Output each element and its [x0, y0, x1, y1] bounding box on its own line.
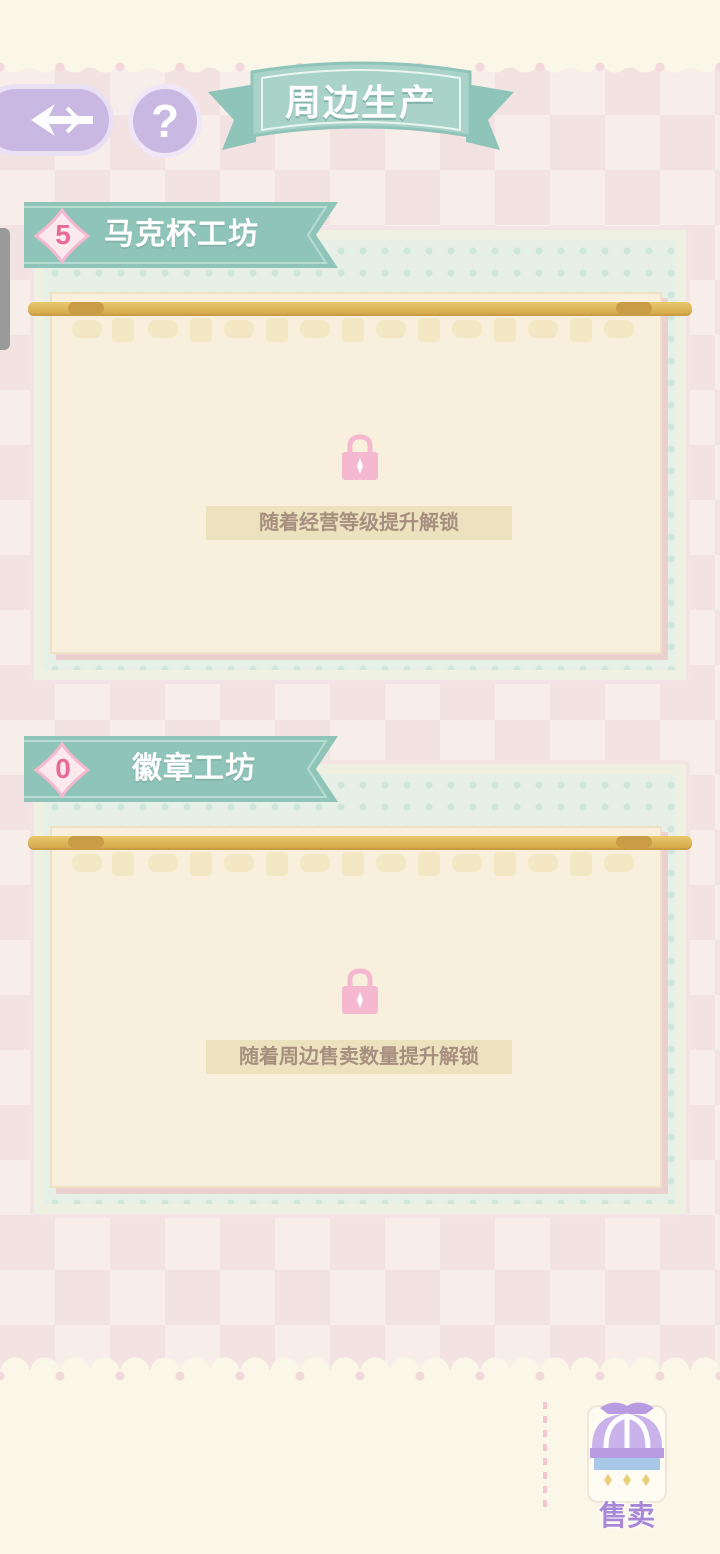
- cup-motif-decoration: [72, 852, 634, 876]
- rod-knob: [616, 836, 652, 848]
- back-button[interactable]: [0, 84, 114, 156]
- workshop-level: 5: [55, 219, 71, 250]
- question-mark-icon: ?: [150, 95, 180, 147]
- unlock-condition-text: 随着经营等级提升解锁: [206, 506, 512, 540]
- workshop-name: 徽章工坊: [132, 752, 256, 785]
- workshop-name-tag: 0 徽章工坊: [24, 736, 340, 802]
- rod-knob: [616, 302, 652, 314]
- workshop-name: 马克杯工坊: [104, 218, 259, 251]
- workshop-card: 随着经营等级提升解锁: [50, 292, 662, 654]
- page-title: 周边生产: [284, 82, 437, 123]
- bottom-lace-dots: [0, 1370, 720, 1382]
- unlock-condition-text: 随着周边售卖数量提升解锁: [206, 1040, 512, 1074]
- curtain-rod: [28, 836, 692, 848]
- sell-button[interactable]: 售卖: [584, 1398, 670, 1534]
- workshop-panel-mug: 随着经营等级提升解锁 5 马克杯工坊: [24, 202, 692, 684]
- rod-knob: [68, 836, 104, 848]
- back-arrow-icon: [31, 104, 93, 136]
- curtain-rod: [28, 302, 692, 314]
- page-title-ribbon: 周边生产: [208, 58, 514, 158]
- rod-knob: [68, 302, 104, 314]
- workshop-panel-badge: 随着周边售卖数量提升解锁 0 徽章工坊: [24, 736, 692, 1218]
- help-button[interactable]: ?: [128, 84, 202, 158]
- sell-label: 售卖: [598, 1500, 655, 1531]
- workshop-level: 0: [55, 753, 71, 784]
- shop-stall-icon: [587, 1402, 667, 1503]
- lock-icon: [342, 968, 378, 1014]
- cup-motif-decoration: [72, 318, 634, 342]
- bottom-lace-border: [0, 1350, 720, 1372]
- workshop-name-tag: 5 马克杯工坊: [24, 202, 340, 268]
- workshop-card: 随着周边售卖数量提升解锁: [50, 826, 662, 1188]
- dashed-divider: [543, 1402, 547, 1510]
- lock-icon: [342, 434, 378, 480]
- side-drawer-tab[interactable]: [0, 228, 10, 350]
